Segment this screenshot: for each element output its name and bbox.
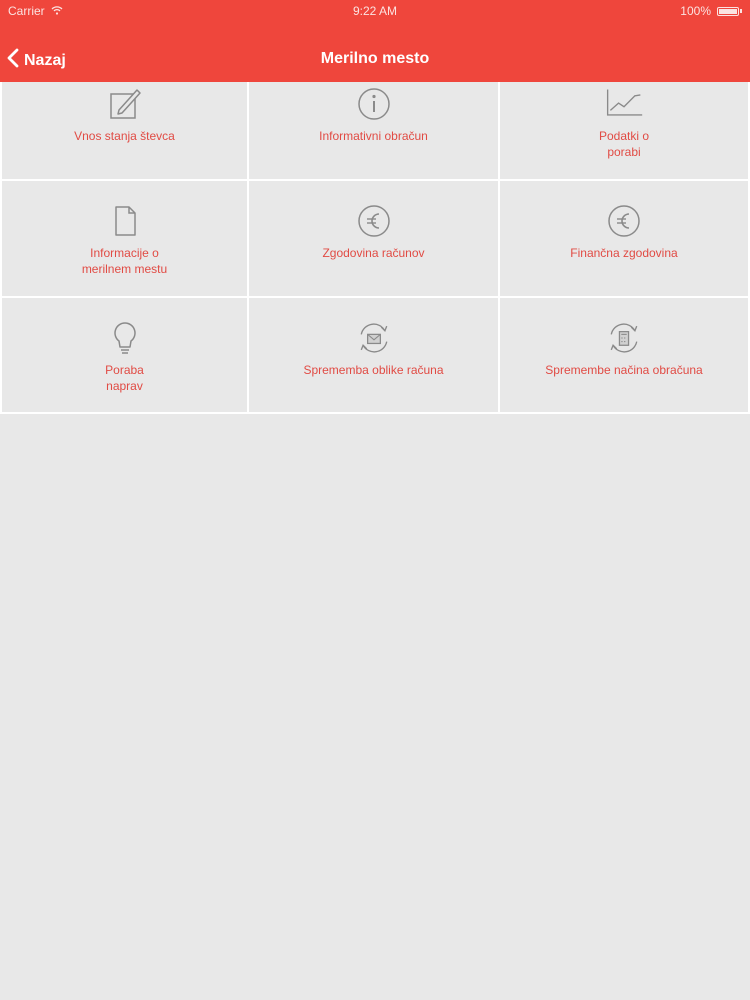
tile-label: Informativni obračun	[319, 129, 428, 143]
euro-icon	[354, 201, 394, 241]
tile-usage-data[interactable]: Podatki o porabi	[500, 82, 750, 181]
info-icon	[354, 84, 394, 124]
tile-billing-method-change[interactable]: Spremembe načina obračuna	[500, 298, 750, 414]
tile-info-bill[interactable]: Informativni obračun	[249, 82, 500, 181]
tile-meter-info[interactable]: Informacije o merilnem mestu	[0, 181, 249, 298]
tile-label: Finančna zgodovina	[570, 246, 678, 260]
tile-label: Podatki o porabi	[598, 129, 650, 159]
status-time: 9:22 AM	[352, 4, 398, 18]
status-bar: Carrier 9:22 AM 100%	[0, 0, 750, 22]
tile-device-usage[interactable]: Poraba naprav	[0, 298, 249, 414]
page-title: Merilno mesto	[320, 50, 430, 67]
tile-label: Spremembe načina obračuna	[545, 363, 703, 377]
tile-label: Zgodovina računov	[322, 246, 425, 260]
calculator-refresh-icon	[604, 318, 644, 358]
screen: Carrier 9:22 AM 100% Nazaj Merilno mesto…	[0, 0, 750, 1000]
battery-percent: 100%	[680, 4, 711, 18]
tile-financial-history[interactable]: Finančna zgodovina	[500, 181, 750, 298]
battery-icon	[717, 6, 739, 16]
lightbulb-icon	[105, 318, 145, 358]
envelope-refresh-icon	[354, 318, 394, 358]
tile-bill-history[interactable]: Zgodovina računov	[249, 181, 500, 298]
chart-icon	[604, 84, 644, 124]
battery-tip-icon	[740, 9, 742, 13]
header: Carrier 9:22 AM 100% Nazaj Merilno mesto	[0, 0, 750, 82]
tile-label: Sprememba oblike računa	[303, 363, 444, 377]
menu-grid: Vnos stanja števca Informativni obračun …	[0, 82, 750, 414]
document-icon	[105, 201, 145, 241]
status-right: 100%	[680, 4, 742, 18]
edit-icon	[105, 84, 145, 124]
tile-bill-format-change[interactable]: Sprememba oblike računa	[249, 298, 500, 414]
nav-bar: Nazaj Merilno mesto	[0, 38, 750, 82]
tile-label: Vnos stanja števca	[74, 129, 175, 143]
tile-label: Poraba naprav	[105, 363, 144, 393]
euro-icon	[604, 201, 644, 241]
tile-meter-reading[interactable]: Vnos stanja števca	[0, 82, 249, 181]
tile-label: Informacije o merilnem mestu	[81, 246, 168, 276]
